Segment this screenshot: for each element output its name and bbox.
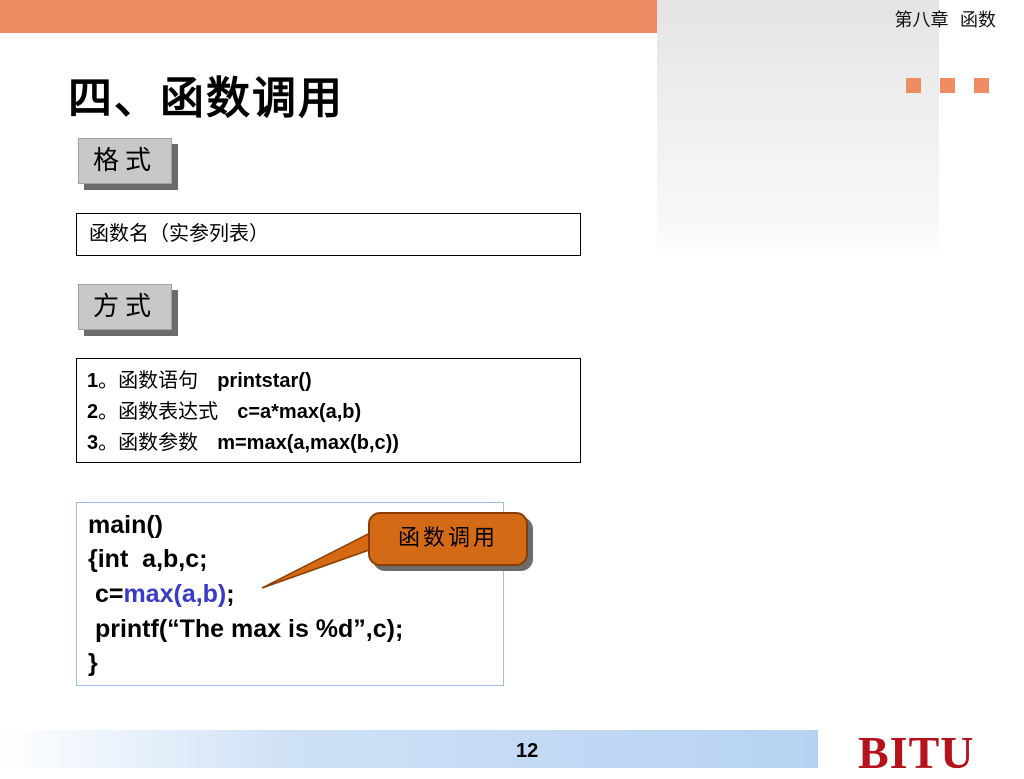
callout-bubble: 函数调用 <box>368 512 528 566</box>
page-number: 12 <box>516 740 539 762</box>
logo: BITU <box>858 727 975 778</box>
callout-pointer <box>261 531 388 589</box>
footer-gradient-bar <box>0 730 818 768</box>
callout-label: 函数调用 <box>397 526 498 551</box>
